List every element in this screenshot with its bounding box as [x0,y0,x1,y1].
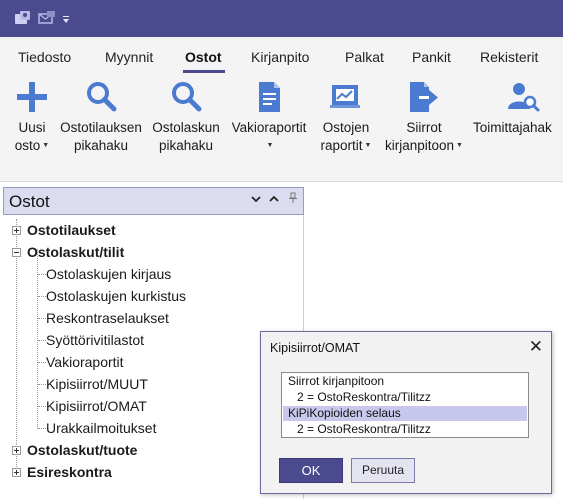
collapse-icon[interactable] [12,248,21,257]
tree-node-esireskontra[interactable]: Esireskontra [27,464,112,480]
navigation-panel: Ostot Ostotilaukset Ostolaskut/tilit Ost… [3,187,304,499]
tab-palkat[interactable]: Palkat [345,49,384,65]
transfer-to-accounting-button[interactable]: Siirrot kirjanpitoon ▼ [379,77,469,177]
new-purchase-label-1: Uusi [18,120,46,135]
dialog-option-list[interactable]: Siirrot kirjanpitoon 2 = OstoReskontra/T… [281,372,529,438]
dropdown-caret-icon: ▼ [266,142,274,149]
magnifier-icon [87,82,117,112]
purchase-order-quicksearch-button[interactable]: Ostotilauksen pikahaku [55,77,147,177]
transfer-to-accounting-label-2: kirjanpitoon [385,138,455,153]
pin-icon[interactable] [288,192,298,207]
ok-button[interactable]: OK [279,458,343,483]
standard-reports-label: Vakioraportit [231,120,307,135]
panel-title: Ostot [9,192,50,211]
dialog-title: Kipisiirrot/OMAT [270,341,361,355]
supplier-search-icon [508,83,540,112]
purchase-order-quicksearch-label-1: Ostotilauksen [60,120,142,135]
dropdown-caret-icon: ▼ [42,142,50,149]
tree-connector [38,340,46,341]
list-item[interactable]: 2 = OstoReskontra/Tilitzz [283,422,527,437]
chart-report-icon [330,85,360,108]
tree-item-reskontraselaukset[interactable]: Reskontraselaukset [46,310,169,326]
tree-item-ostolaskujen-kurkistus[interactable]: Ostolaskujen kurkistus [46,288,186,304]
tree-connector [38,318,46,319]
tree-item-syottorivitilastot[interactable]: Syöttörivitilastot [46,332,144,348]
tree-item-ostolaskujen-kirjaus[interactable]: Ostolaskujen kirjaus [46,266,171,282]
tree-connector [38,384,46,385]
tab-kirjanpito[interactable]: Kirjanpito [251,49,309,65]
panel-header: Ostot [3,187,304,215]
plus-icon [17,82,47,112]
purchase-invoice-quicksearch-label-2: pikahaku [158,138,214,153]
standard-reports-button[interactable]: Vakioraportit ▼ [225,77,313,177]
tree-connector [38,406,46,407]
tree-item-vakioraportit[interactable]: Vakioraportit [46,354,124,370]
list-item-selected[interactable]: KiPiKopioiden selaus [283,406,527,421]
purchase-order-quicksearch-label-2: pikahaku [73,138,129,153]
cancel-button[interactable]: Peruuta [351,458,415,483]
chevron-down-icon[interactable] [250,193,262,208]
purchase-reports-label-1: Ostojen [322,120,370,135]
supplier-search-button[interactable]: Toimittajahak [469,77,563,177]
dropdown-caret-icon: ▼ [364,142,372,149]
tree-item-urakkailmoitukset[interactable]: Urakkailmoitukset [46,420,156,436]
tab-tiedosto[interactable]: Tiedosto [18,49,71,65]
dropdown-caret-icon: ▼ [456,142,463,149]
tree-connector [38,296,46,297]
tab-pankit[interactable]: Pankit [412,49,451,65]
tree-node-ostolaskut-tilit[interactable]: Ostolaskut/tilit [27,244,124,260]
customize-arrow-icon[interactable] [62,12,70,30]
list-item[interactable]: Siirrot kirjanpitoon [283,374,527,389]
chevron-up-icon[interactable] [268,193,280,208]
expand-icon[interactable] [12,446,21,455]
ribbon-tabs: Tiedosto Myynnit Ostot Kirjanpito Palkat… [0,37,563,77]
tree-connector [38,362,46,363]
tree-connector [37,249,38,429]
supplier-search-label: Toimittajahak [473,120,552,135]
report-document-icon [259,82,280,112]
tree-connector [38,274,46,275]
new-purchase-label-2: osto [14,138,41,153]
title-bar [0,0,563,37]
mail-icon[interactable] [38,9,56,32]
new-purchase-button[interactable]: Uusi osto ▼ [6,77,58,177]
tab-ostot[interactable]: Ostot [185,49,222,65]
tree-connector [16,219,17,473]
tree-item-kipisiirrot-omat[interactable]: Kipisiirrot/OMAT [46,398,147,414]
tree-node-ostotilaukset[interactable]: Ostotilaukset [27,222,116,238]
kipisiirrot-dialog: Kipisiirrot/OMAT ✕ Siirrot kirjanpitoon … [260,331,552,494]
active-tab-indicator [183,70,225,73]
purchase-reports-button[interactable]: Ostojen raportit ▼ [313,77,379,177]
tree-node-ostolaskut-tuote[interactable]: Ostolaskut/tuote [27,442,137,458]
expand-icon[interactable] [12,226,21,235]
expand-icon[interactable] [12,468,21,477]
list-item[interactable]: 2 = OstoReskontra/Tilitzz [283,390,527,405]
transfer-document-icon [410,82,438,112]
close-icon[interactable]: ✕ [529,337,543,357]
ribbon: Uusi osto ▼ Ostotilauksen pikahaku Ostolask… [0,77,563,182]
purchase-reports-label-2: raportit [320,138,363,153]
purchase-invoice-quicksearch-label-1: Ostolaskun [152,120,220,135]
purchase-invoice-quicksearch-button[interactable]: Ostolaskun pikahaku [147,77,225,177]
tab-myynnit[interactable]: Myynnit [105,49,153,65]
app-icon[interactable] [14,9,32,32]
tree-connector [38,428,46,429]
tree-item-kipisiirrot-muut[interactable]: Kipisiirrot/MUUT [46,376,148,392]
transfer-to-accounting-label-1: Siirrot [406,120,442,135]
magnifier-icon [172,82,202,112]
tab-rekisterit[interactable]: Rekisterit [480,49,538,65]
